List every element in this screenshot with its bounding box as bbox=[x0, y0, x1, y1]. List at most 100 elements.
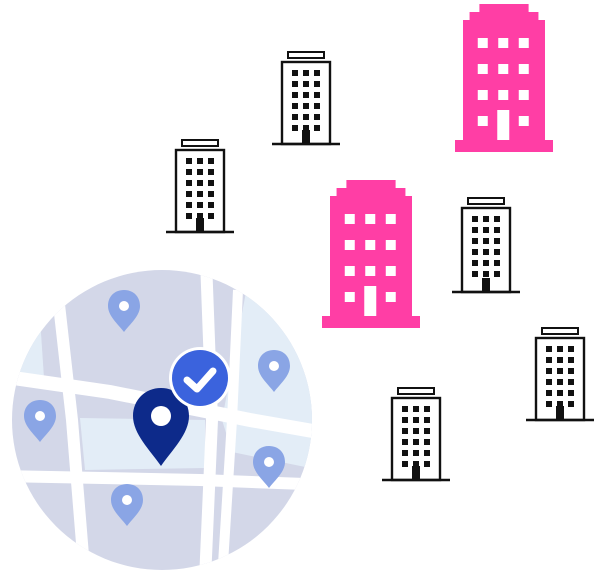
building-window bbox=[546, 368, 552, 374]
building-window bbox=[413, 439, 419, 445]
building-window bbox=[303, 103, 309, 109]
building-window bbox=[402, 428, 408, 434]
building-cap bbox=[287, 51, 325, 59]
building-window bbox=[483, 260, 489, 266]
building-window bbox=[365, 240, 376, 250]
building-window bbox=[568, 346, 574, 352]
building-window bbox=[413, 428, 419, 434]
building-window bbox=[197, 169, 203, 175]
building-window bbox=[483, 238, 489, 244]
building-door bbox=[482, 278, 490, 292]
building-cap bbox=[541, 327, 579, 335]
building-window bbox=[186, 180, 192, 186]
building-window bbox=[186, 202, 192, 208]
building-window bbox=[424, 450, 430, 456]
building-window bbox=[494, 249, 500, 255]
building-window bbox=[208, 202, 214, 208]
building-window bbox=[402, 439, 408, 445]
pin-hole bbox=[119, 301, 129, 311]
location-buildings-illustration bbox=[12, 4, 594, 570]
building-window bbox=[314, 92, 320, 98]
building-window bbox=[208, 169, 214, 175]
building-window bbox=[424, 417, 430, 423]
building-window bbox=[208, 180, 214, 186]
building-window bbox=[402, 406, 408, 412]
building-door bbox=[497, 110, 510, 140]
building-window bbox=[568, 390, 574, 396]
building-window bbox=[186, 213, 192, 219]
building-window bbox=[186, 169, 192, 175]
building-window bbox=[472, 271, 478, 277]
building-window bbox=[546, 390, 552, 396]
pink-buildings bbox=[322, 4, 553, 328]
building-window bbox=[413, 406, 419, 412]
building-window bbox=[472, 238, 478, 244]
check-badge-fill bbox=[172, 350, 228, 406]
building-door bbox=[364, 286, 377, 316]
building-window bbox=[197, 191, 203, 197]
building-window bbox=[424, 439, 430, 445]
building-cap bbox=[346, 180, 396, 188]
building-window bbox=[385, 214, 396, 224]
building-window bbox=[494, 227, 500, 233]
building-window bbox=[483, 249, 489, 255]
building-window bbox=[424, 406, 430, 412]
building-window bbox=[186, 158, 192, 164]
building-window bbox=[344, 266, 355, 276]
building-window bbox=[303, 92, 309, 98]
building-window bbox=[424, 428, 430, 434]
building-window bbox=[385, 240, 396, 250]
office-building-outline-icon bbox=[272, 51, 340, 146]
building-window bbox=[208, 158, 214, 164]
building-window bbox=[208, 213, 214, 219]
building-window bbox=[494, 216, 500, 222]
building-window bbox=[498, 90, 509, 100]
building-window bbox=[314, 114, 320, 120]
building-window bbox=[477, 64, 488, 74]
building-window bbox=[546, 379, 552, 385]
office-building-outline-icon bbox=[382, 387, 450, 482]
building-window bbox=[568, 368, 574, 374]
building-window bbox=[402, 417, 408, 423]
map-water-left bbox=[12, 318, 44, 378]
building-window bbox=[292, 114, 298, 120]
pin-hole bbox=[269, 361, 279, 371]
office-building-pink-icon bbox=[455, 4, 553, 152]
building-cap bbox=[479, 4, 529, 12]
pin-dark-hole bbox=[151, 406, 171, 426]
building-window bbox=[483, 216, 489, 222]
building-door bbox=[556, 406, 564, 420]
building-window bbox=[472, 227, 478, 233]
building-window bbox=[314, 70, 320, 76]
building-window bbox=[303, 114, 309, 120]
building-window bbox=[568, 401, 574, 407]
building-window bbox=[413, 450, 419, 456]
building-window bbox=[557, 357, 563, 363]
pin-hole bbox=[122, 495, 132, 505]
office-building-outline-icon bbox=[526, 327, 594, 422]
building-window bbox=[546, 401, 552, 407]
building-window bbox=[472, 260, 478, 266]
building-window bbox=[292, 81, 298, 87]
building-window bbox=[557, 390, 563, 396]
building-window bbox=[303, 70, 309, 76]
building-window bbox=[483, 271, 489, 277]
building-window bbox=[344, 240, 355, 250]
building-window bbox=[314, 81, 320, 87]
office-building-outline-icon bbox=[166, 139, 234, 234]
building-window bbox=[557, 379, 563, 385]
building-window bbox=[303, 81, 309, 87]
building-window bbox=[413, 417, 419, 423]
building-window bbox=[424, 461, 430, 467]
building-window bbox=[402, 450, 408, 456]
pin-hole bbox=[35, 411, 45, 421]
building-window bbox=[292, 70, 298, 76]
building-window bbox=[518, 64, 529, 74]
building-door bbox=[196, 218, 204, 232]
building-window bbox=[498, 38, 509, 48]
building-window bbox=[186, 191, 192, 197]
building-window bbox=[197, 180, 203, 186]
building-window bbox=[477, 116, 488, 126]
building-window bbox=[208, 191, 214, 197]
building-window bbox=[292, 92, 298, 98]
